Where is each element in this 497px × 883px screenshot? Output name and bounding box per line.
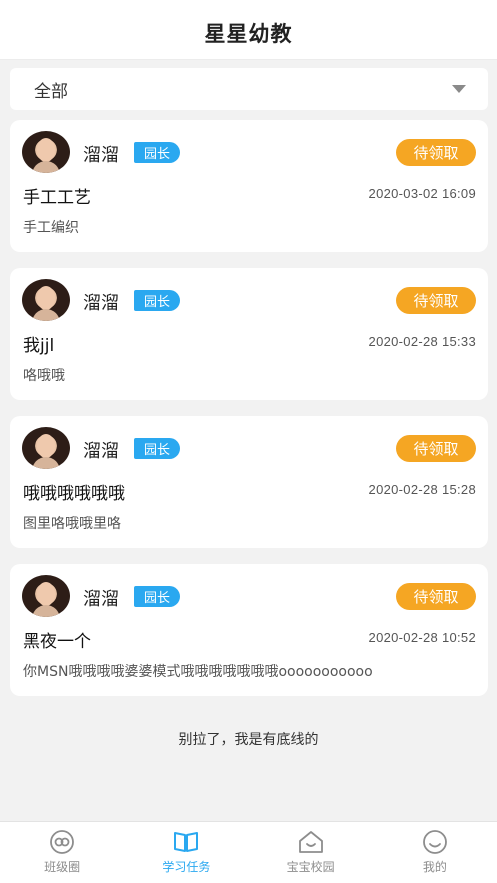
- school-house-icon: [298, 831, 323, 853]
- book-icon: [174, 832, 199, 852]
- tab-me[interactable]: 我的: [373, 822, 497, 883]
- smiley-icon: [422, 830, 447, 854]
- role-badge: 园长: [134, 586, 181, 607]
- circle-link-icon: [50, 830, 75, 854]
- claim-status-button[interactable]: 待领取: [396, 583, 476, 610]
- task-time: 2020-02-28 15:28: [368, 482, 476, 497]
- app-header: 星星幼教: [0, 0, 497, 60]
- bottom-tab-bar: 班级圈 学习任务 宝宝校园 我的: [0, 821, 497, 883]
- task-description: 手工编织: [23, 220, 79, 236]
- task-description: 你MSN哦哦哦哦婆婆模式哦哦哦哦哦哦哦ooooooooooo: [23, 664, 373, 680]
- tab-label: 我的: [422, 860, 447, 874]
- claim-status-button[interactable]: 待领取: [396, 139, 476, 166]
- tab-class-circle[interactable]: 班级圈: [0, 822, 124, 883]
- task-time: 2020-02-28 10:52: [368, 630, 476, 645]
- tab-label: 班级圈: [44, 860, 81, 874]
- tab-label: 学习任务: [162, 860, 211, 874]
- page-title: 星星幼教: [204, 21, 293, 46]
- task-description: 咯哦哦: [23, 368, 65, 384]
- avatar: [22, 427, 70, 469]
- role-badge: 园长: [134, 142, 181, 163]
- author-name: 溜溜: [83, 293, 119, 314]
- avatar: [22, 131, 70, 173]
- task-time: 2020-02-28 15:33: [368, 334, 476, 349]
- task-card[interactable]: 溜溜 园长 待领取 手工工艺 2020-03-02 16:09 手工编织: [10, 120, 488, 252]
- task-description: 图里咯哦哦里咯: [23, 516, 121, 532]
- filter-selected-value: 全部: [34, 81, 68, 102]
- tab-label: 宝宝校园: [286, 860, 335, 874]
- caret-down-icon: [452, 85, 466, 93]
- role-badge: 园长: [134, 438, 181, 459]
- task-title: 我jjl: [23, 336, 55, 356]
- task-card[interactable]: 溜溜 园长 待领取 哦哦哦哦哦哦 2020-02-28 15:28 图里咯哦哦里…: [10, 416, 488, 548]
- end-of-list-note: 别拉了，我是有底线的: [178, 732, 319, 748]
- role-badge: 园长: [134, 290, 181, 311]
- category-filter-dropdown[interactable]: 全部: [10, 68, 488, 110]
- avatar: [22, 575, 70, 617]
- tab-learning-tasks[interactable]: 学习任务: [124, 822, 248, 883]
- task-card[interactable]: 溜溜 园长 待领取 我jjl 2020-02-28 15:33 咯哦哦: [10, 268, 488, 400]
- task-title: 哦哦哦哦哦哦: [23, 484, 125, 504]
- author-name: 溜溜: [83, 441, 119, 462]
- task-title: 手工工艺: [23, 188, 91, 208]
- claim-status-button[interactable]: 待领取: [396, 287, 476, 314]
- author-name: 溜溜: [83, 145, 119, 166]
- claim-status-button[interactable]: 待领取: [396, 435, 476, 462]
- task-card[interactable]: 溜溜 园长 待领取 黑夜一个 2020-02-28 10:52 你MSN哦哦哦哦…: [10, 564, 488, 696]
- task-title: 黑夜一个: [23, 632, 91, 652]
- avatar: [22, 279, 70, 321]
- tab-baby-campus[interactable]: 宝宝校园: [249, 822, 373, 883]
- task-time: 2020-03-02 16:09: [368, 186, 476, 201]
- author-name: 溜溜: [83, 589, 119, 610]
